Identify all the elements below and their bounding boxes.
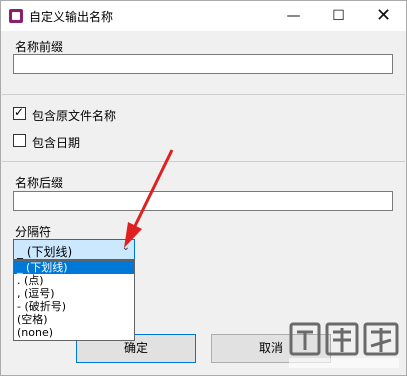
app-icon (9, 9, 23, 23)
separator-select[interactable]: _ (下划线) ⌄ (13, 239, 135, 260)
include-original-name-checkbox[interactable]: ✓ (13, 105, 26, 120)
close-button[interactable]: ✕ (361, 1, 406, 31)
dropdown-option[interactable]: (空格) (14, 313, 134, 326)
checkmark-icon: ✓ (14, 105, 25, 119)
minimize-icon: — (286, 8, 301, 24)
prefix-label: 名称前缀 (15, 40, 64, 54)
dropdown-option[interactable]: (none) (14, 326, 134, 339)
suffix-input[interactable] (13, 191, 393, 211)
section-divider (2, 161, 405, 162)
include-original-name-label[interactable]: 包含原文件名称 (32, 107, 116, 124)
dropdown-option[interactable]: . (点) (14, 274, 134, 287)
dropdown-option[interactable]: - (破折号) (14, 300, 134, 313)
maximize-icon: ☐ (332, 8, 345, 24)
separator-label: 分隔符 (15, 225, 52, 239)
chevron-down-icon: ⌄ (121, 242, 130, 253)
minimize-button[interactable]: — (271, 1, 316, 31)
watermark-logo (289, 322, 399, 368)
title-bar[interactable]: 自定义输出名称 — ☐ ✕ (1, 1, 406, 31)
maximize-button[interactable]: ☐ (316, 1, 361, 31)
close-icon: ✕ (375, 5, 392, 26)
include-date-checkbox[interactable] (13, 134, 26, 147)
dropdown-option[interactable]: _ (下划线) (14, 261, 134, 274)
prefix-input[interactable] (13, 54, 393, 74)
separator-dropdown-list: _ (下划线) . (点) , (逗号) - (破折号) (空格) (none) (13, 260, 135, 341)
separator-selected-value: _ (下划线) (17, 245, 73, 259)
section-divider (2, 94, 405, 95)
window-title: 自定义输出名称 (29, 10, 114, 24)
include-date-label[interactable]: 包含日期 (32, 134, 80, 151)
suffix-label: 名称后缀 (15, 176, 64, 190)
dropdown-option[interactable]: , (逗号) (14, 287, 134, 300)
